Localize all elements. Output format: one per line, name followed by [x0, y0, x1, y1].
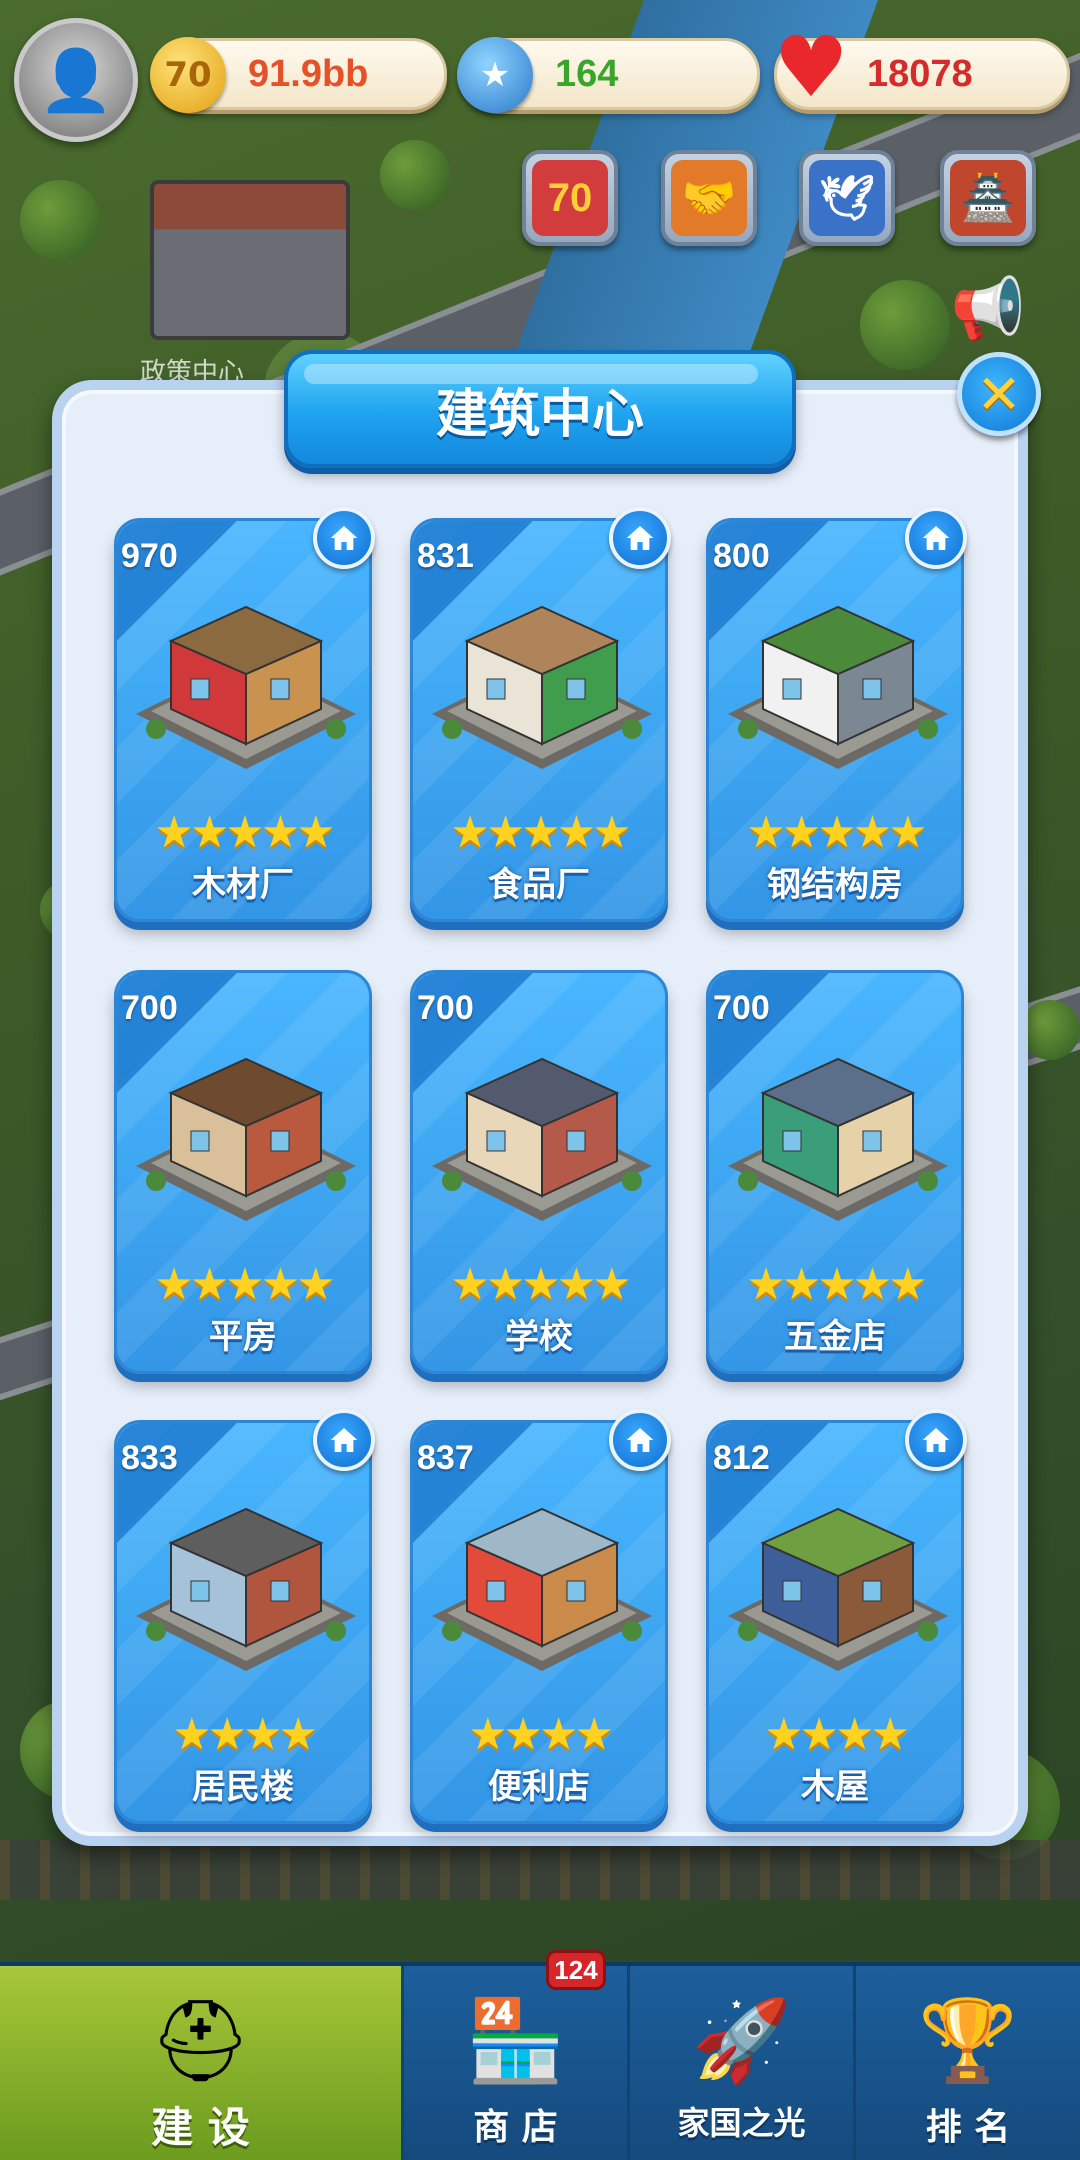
building-name: 钢结构房	[767, 865, 903, 905]
heart-icon: ♥	[773, 18, 849, 116]
building-card[interactable]: 970 ★★★★★ 木材厂	[114, 507, 375, 922]
building-name: 五金店	[784, 1317, 886, 1357]
hard-hat-icon: ⛑	[149, 1994, 252, 2087]
heart-value: 18078	[867, 53, 973, 95]
star-counter[interactable]: ★ 164	[457, 37, 760, 113]
building-illustration	[728, 1507, 948, 1671]
pagoda-icon: 🏯	[950, 160, 1026, 236]
bird-event-button[interactable]: 🕊	[799, 150, 895, 246]
house-event-button[interactable]: 🏯	[940, 150, 1036, 246]
nav-shop-label: 商 店	[473, 2107, 558, 2148]
building-name: 学校	[505, 1317, 573, 1357]
nav-national-glory[interactable]: 🚀 家国之光	[630, 1966, 856, 2160]
building-score: 831	[417, 537, 474, 575]
nav-national-glory-label: 家国之光	[677, 2104, 806, 2142]
building-score: 970	[121, 537, 178, 575]
close-button[interactable]: ✕	[957, 352, 1041, 436]
home-icon[interactable]	[313, 507, 375, 569]
shop-badge: 124	[546, 1950, 606, 1990]
building-card[interactable]: 700 ★★★★★ 学校	[410, 970, 668, 1374]
building-score: 837	[417, 1439, 474, 1477]
coin-value: 91.9bb	[248, 53, 369, 95]
building-card[interactable]: 700 ★★★★★ 五金店	[706, 970, 964, 1374]
star-rating: ★★★★	[172, 1709, 318, 1760]
building-card[interactable]: 837 ★★★★ 便利店	[410, 1409, 671, 1824]
building-score: 700	[417, 989, 474, 1027]
event-70-button[interactable]: 70	[522, 150, 618, 246]
building-score: 700	[121, 989, 178, 1027]
building-name: 便利店	[488, 1767, 590, 1807]
building-score: 800	[713, 537, 770, 575]
home-icon[interactable]	[609, 1409, 671, 1471]
player-avatar[interactable]: 👤	[14, 18, 138, 142]
nav-ranking[interactable]: 🏆 排 名	[856, 1966, 1080, 2160]
event-70-icon: 70	[532, 160, 608, 236]
building-illustration	[136, 1507, 356, 1671]
star-rating: ★★★★	[764, 1709, 910, 1760]
star-value: 164	[555, 53, 619, 95]
tree	[860, 280, 950, 370]
tree	[1020, 1000, 1080, 1060]
building-name: 居民楼	[192, 1767, 294, 1807]
star-rating: ★★★★★	[746, 1259, 927, 1310]
policy-center-building[interactable]	[150, 180, 350, 340]
close-icon: ✕	[976, 362, 1022, 426]
bottom-navigation: ⛑ 建 设 🏪 商 店 🚀 家国之光 🏆 排 名	[0, 1962, 1080, 2160]
home-icon[interactable]	[313, 1409, 375, 1471]
nav-build[interactable]: ⛑ 建 设	[0, 1966, 404, 2160]
building-card[interactable]: 700 ★★★★★ 平房	[114, 970, 372, 1374]
shop-icon: 🏪	[465, 1994, 566, 2087]
star-rating: ★★★★	[468, 1709, 614, 1760]
building-illustration	[136, 605, 356, 769]
star-rating: ★★★★★	[154, 1259, 335, 1310]
coin-counter[interactable]: 70 91.9bb	[150, 37, 447, 113]
home-icon[interactable]	[905, 1409, 967, 1471]
building-score: 700	[713, 989, 770, 1027]
building-score: 812	[713, 1439, 770, 1477]
building-name: 平房	[209, 1317, 277, 1357]
tree	[20, 180, 100, 260]
star-rating: ★★★★★	[450, 1259, 631, 1310]
building-illustration	[728, 605, 948, 769]
star-rating: ★★★★★	[746, 807, 927, 858]
heart-counter[interactable]: ♥ 18078	[773, 18, 1070, 116]
coin-icon: 70	[150, 37, 226, 113]
railway	[0, 1840, 1080, 1900]
building-score: 833	[121, 1439, 178, 1477]
building-card[interactable]: 833 ★★★★ 居民楼	[114, 1409, 375, 1824]
nav-shop[interactable]: 🏪 商 店	[404, 1966, 630, 2160]
bird-icon: 🕊	[809, 160, 885, 236]
tree	[380, 140, 450, 210]
building-name: 木屋	[801, 1767, 869, 1807]
building-name: 食品厂	[488, 865, 590, 905]
building-illustration	[136, 1057, 356, 1221]
home-icon[interactable]	[609, 507, 671, 569]
avatar-icon: 👤	[38, 45, 114, 116]
building-card[interactable]: 812 ★★★★ 木屋	[706, 1409, 967, 1824]
trade-button[interactable]: 🤝	[661, 150, 757, 246]
star-rating: ★★★★★	[154, 807, 335, 858]
modal-title: 建筑中心	[284, 350, 796, 468]
nav-ranking-label: 排 名	[925, 2107, 1011, 2148]
handshake-icon: 🤝	[671, 160, 747, 236]
building-illustration	[432, 1507, 652, 1671]
building-card[interactable]: 831 ★★★★★ 食品厂	[410, 507, 671, 922]
building-card[interactable]: 800 ★★★★★ 钢结构房	[706, 507, 967, 922]
rocket-icon: 🚀	[691, 1994, 792, 2087]
building-illustration	[728, 1057, 948, 1221]
ranking-icon: 🏆	[918, 1994, 1018, 2087]
home-icon[interactable]	[905, 507, 967, 569]
star-rating: ★★★★★	[450, 807, 631, 858]
building-name: 木材厂	[192, 865, 294, 905]
building-illustration	[432, 605, 652, 769]
megaphone-icon[interactable]: 📢	[944, 268, 1032, 348]
nav-build-label: 建 设	[151, 2103, 250, 2152]
building-illustration	[432, 1057, 652, 1221]
star-icon: ★	[457, 37, 533, 113]
